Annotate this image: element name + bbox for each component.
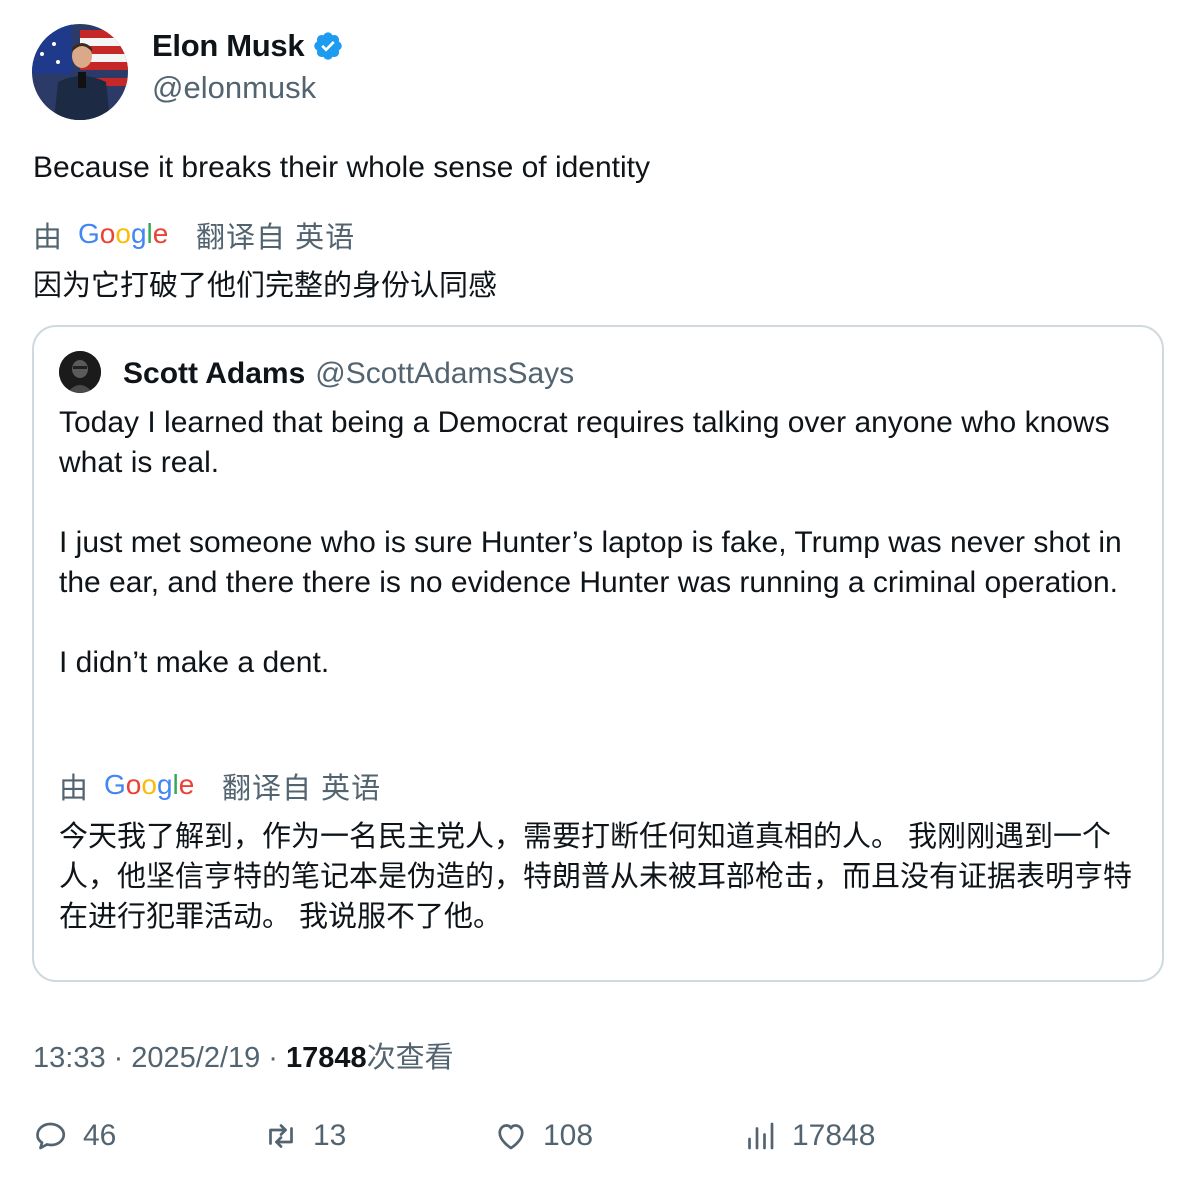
tweet-time[interactable]: 13:33 [33,1042,106,1075]
author-name[interactable]: Elon Musk [152,28,305,64]
author-avatar[interactable] [32,24,128,120]
tweet-meta: 13:33 · 2025/2/19 · 17848 次查看 [33,1034,454,1076]
tweet-translated-text: 因为它打破了他们完整的身份认同感 [33,270,498,302]
quoted-translated-text: 今天我了解到，作为一名民主党人，需要打断任何知道真相的人。 我刚刚遇到一个人，他… [59,821,1133,933]
author-handle[interactable]: @elonmusk [152,70,316,106]
quoted-author-handle: @ScottAdamsSays [315,357,575,390]
author-name-row[interactable]: Elon Musk [152,28,344,64]
translation-from-label[interactable]: 翻译自 英语 [196,214,355,256]
verified-badge-icon [314,32,342,60]
google-logo: Google [104,769,194,800]
action-bar: 46 13 108 17848 [0,1118,1196,1168]
translation-by-label: 由 [33,222,63,254]
retweet-count: 13 [313,1119,347,1152]
meta-separator: · [268,1042,278,1074]
quoted-author-name: Scott Adams [123,357,306,390]
reply-button[interactable]: 46 [33,1118,116,1154]
quoted-translation-from-label[interactable]: 翻译自 英语 [222,765,381,807]
reply-icon [36,1122,66,1150]
like-count: 108 [543,1119,594,1152]
translation-attribution: 由 Google 翻译自 英语 [33,214,355,256]
svg-text:Google: Google [78,218,168,249]
quoted-tweet-text: Today I learned that being a Democrat re… [59,406,1122,679]
quoted-translation-attribution: 由 Google 翻译自 英语 [59,765,381,807]
views-label: 次查看 [366,1042,454,1074]
like-button[interactable]: 108 [493,1118,593,1154]
meta-separator: · [113,1042,124,1074]
tweet-date[interactable]: 2025/2/19 [131,1042,260,1075]
like-icon [498,1124,524,1150]
reply-count: 46 [83,1119,117,1152]
views-icon [748,1122,774,1150]
views-count: 17848 [285,1042,367,1074]
quoted-translation-by-label: 由 [59,773,89,805]
quoted-author-avatar[interactable] [59,351,101,393]
quoted-tweet[interactable]: Scott Adams @ScottAdamsSays Today I lear… [32,325,1164,982]
google-logo: Google [78,218,168,249]
views-button[interactable]: 17848 [742,1118,875,1154]
views-action-count: 17848 [792,1119,876,1152]
retweet-button[interactable]: 13 [263,1118,346,1154]
svg-text:Google: Google [104,769,194,800]
retweet-icon [269,1124,293,1148]
tweet-text: Because it breaks their whole sense of i… [33,151,651,184]
quoted-author-row: Scott Adams @ScottAdamsSays [123,357,574,391]
